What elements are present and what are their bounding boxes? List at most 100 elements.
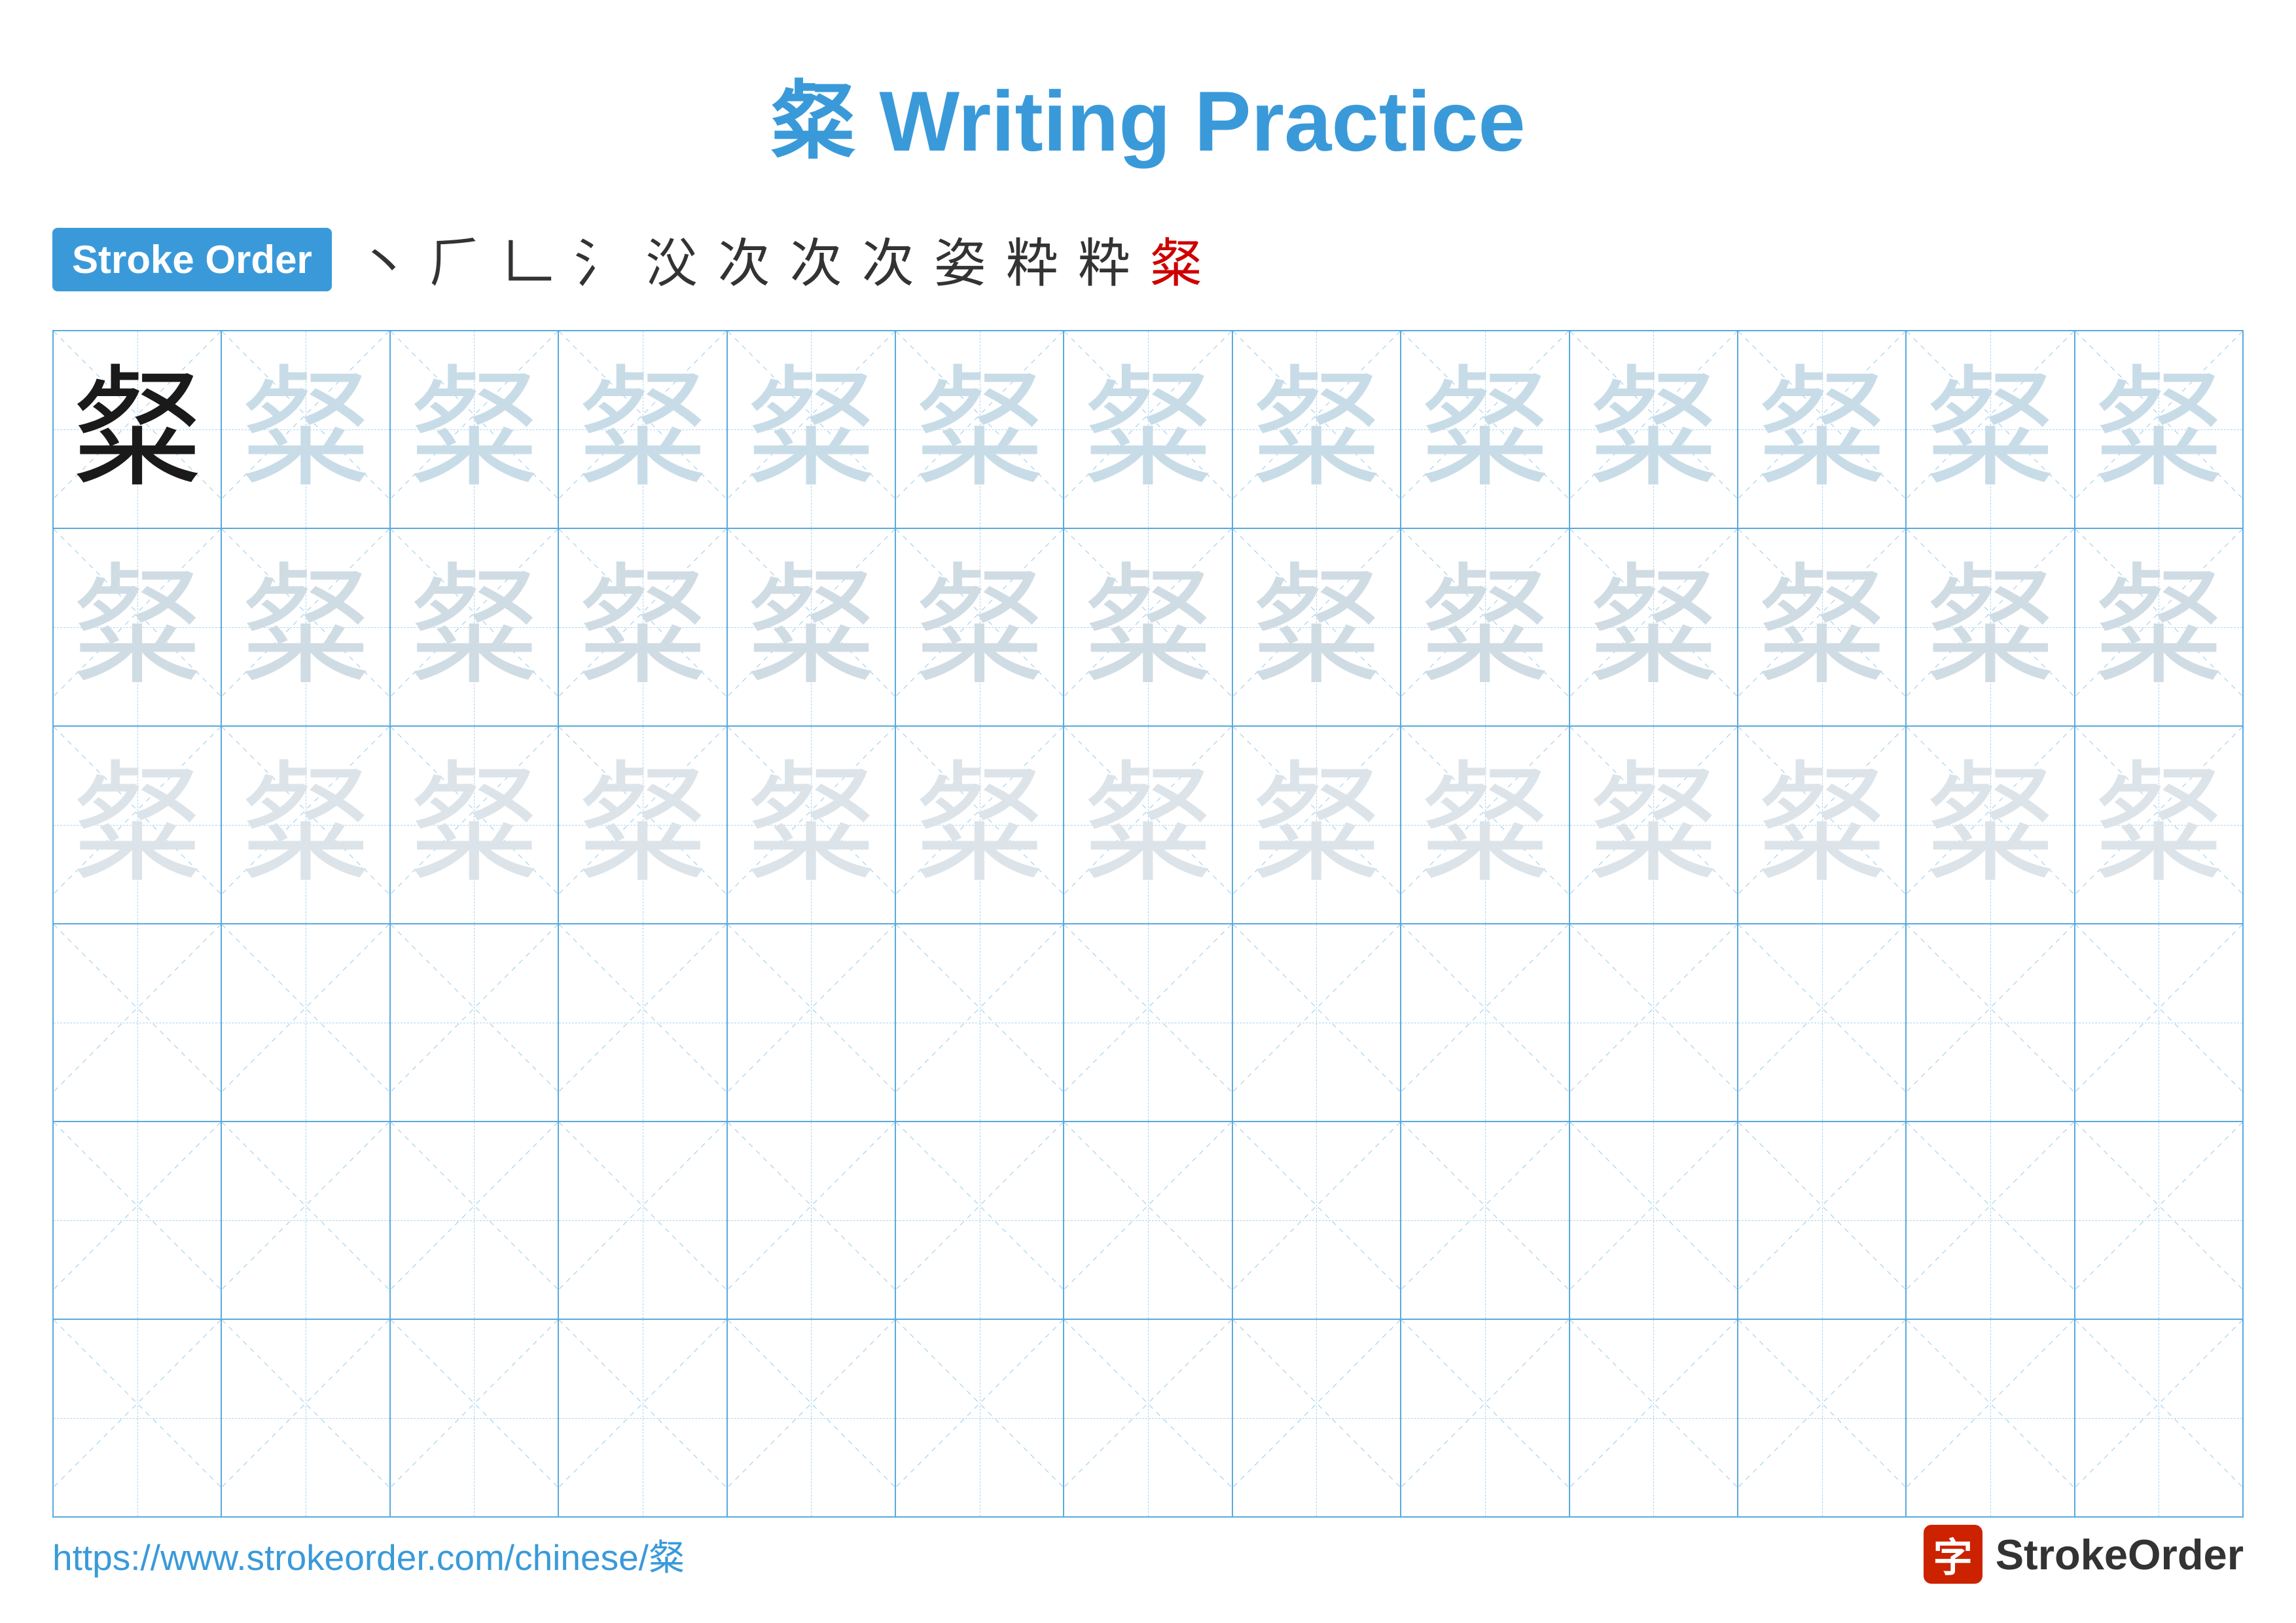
cell-3-9[interactable]: 粲 xyxy=(1401,727,1570,923)
cell-4-4[interactable] xyxy=(559,924,727,1121)
char-light3-9: 粲 xyxy=(1420,759,1551,890)
cell-4-11[interactable] xyxy=(1738,924,1907,1121)
cell-5-5[interactable] xyxy=(728,1122,896,1319)
cell-1-1[interactable]: 粲 xyxy=(54,331,222,528)
cell-5-2[interactable] xyxy=(222,1122,390,1319)
grid-row-4 xyxy=(54,924,2242,1122)
cell-3-7[interactable]: 粲 xyxy=(1064,727,1232,923)
cell-2-1[interactable]: 粲 xyxy=(54,529,222,725)
cell-2-8[interactable]: 粲 xyxy=(1233,529,1401,725)
char-guide-7: 粲 xyxy=(1251,364,1382,495)
cell-1-11[interactable]: 粲 xyxy=(1738,331,1907,528)
cell-2-11[interactable]: 粲 xyxy=(1738,529,1907,725)
cell-1-4[interactable]: 粲 xyxy=(559,331,727,528)
cell-5-11[interactable] xyxy=(1738,1122,1907,1319)
cell-2-10[interactable]: 粲 xyxy=(1570,529,1738,725)
cell-1-10[interactable]: 粲 xyxy=(1570,331,1738,528)
cell-1-8[interactable]: 粲 xyxy=(1233,331,1401,528)
cell-6-7[interactable] xyxy=(1064,1320,1232,1516)
cell-2-12[interactable]: 粲 xyxy=(1907,529,2075,725)
footer-url[interactable]: https://www.strokeorder.com/chinese/粲 xyxy=(52,1528,685,1580)
cell-2-5[interactable]: 粲 xyxy=(728,529,896,725)
cell-5-6[interactable] xyxy=(896,1122,1064,1319)
cell-3-1[interactable]: 粲 xyxy=(54,727,222,923)
cell-4-9[interactable] xyxy=(1401,924,1570,1121)
cell-5-1[interactable] xyxy=(54,1122,222,1319)
cell-5-7[interactable] xyxy=(1064,1122,1232,1319)
cell-6-6[interactable] xyxy=(896,1320,1064,1516)
stroke-order-section: Stroke Order 丶 𠂆 𠃊 氵 㳇 次 次 次 姿 粋 粋 粲 xyxy=(0,202,2296,317)
char-guide-9: 粲 xyxy=(1588,364,1719,495)
stroke-4: 氵 xyxy=(574,221,626,297)
cell-6-5[interactable] xyxy=(728,1320,896,1516)
cell-5-9[interactable] xyxy=(1401,1122,1570,1319)
grid-row-1: 粲 粲 粲 粲 xyxy=(54,331,2242,529)
cell-5-8[interactable] xyxy=(1233,1122,1401,1319)
cell-4-6[interactable] xyxy=(896,924,1064,1121)
cell-6-2[interactable] xyxy=(222,1320,390,1516)
cell-1-5[interactable]: 粲 xyxy=(728,331,896,528)
char-dark: 粲 xyxy=(72,364,203,495)
cell-4-7[interactable] xyxy=(1064,924,1232,1121)
cell-6-8[interactable] xyxy=(1233,1320,1401,1516)
cell-1-7[interactable]: 粲 xyxy=(1064,331,1232,528)
cell-4-12[interactable] xyxy=(1907,924,2075,1121)
cell-3-4[interactable]: 粲 xyxy=(559,727,727,923)
cell-5-4[interactable] xyxy=(559,1122,727,1319)
cell-6-3[interactable] xyxy=(391,1320,559,1516)
cell-1-2[interactable]: 粲 xyxy=(222,331,390,528)
stroke-3: 𠃊 xyxy=(502,221,554,297)
char-light2-13: 粲 xyxy=(2093,562,2224,693)
cell-6-9[interactable] xyxy=(1401,1320,1570,1516)
cell-1-6[interactable]: 粲 xyxy=(896,331,1064,528)
cell-2-2[interactable]: 粲 xyxy=(222,529,390,725)
cell-3-12[interactable]: 粲 xyxy=(1907,727,2075,923)
cell-3-2[interactable]: 粲 xyxy=(222,727,390,923)
stroke-1: 丶 xyxy=(358,221,410,297)
cell-2-3[interactable]: 粲 xyxy=(391,529,559,725)
cell-2-4[interactable]: 粲 xyxy=(559,529,727,725)
char-light3-10: 粲 xyxy=(1588,759,1719,890)
cell-4-3[interactable] xyxy=(391,924,559,1121)
cell-3-6[interactable]: 粲 xyxy=(896,727,1064,923)
cell-4-8[interactable] xyxy=(1233,924,1401,1121)
cell-1-12[interactable]: 粲 xyxy=(1907,331,2075,528)
char-light2-8: 粲 xyxy=(1251,562,1382,693)
cell-6-12[interactable] xyxy=(1907,1320,2075,1516)
cell-5-12[interactable] xyxy=(1907,1122,2075,1319)
cell-6-13[interactable] xyxy=(2075,1320,2242,1516)
cell-2-13[interactable]: 粲 xyxy=(2075,529,2242,725)
char-light3-4: 粲 xyxy=(577,759,708,890)
cell-4-2[interactable] xyxy=(222,924,390,1121)
cell-3-3[interactable]: 粲 xyxy=(391,727,559,923)
cell-6-11[interactable] xyxy=(1738,1320,1907,1516)
cell-2-6[interactable]: 粲 xyxy=(896,529,1064,725)
cell-1-3[interactable]: 粲 xyxy=(391,331,559,528)
cell-4-13[interactable] xyxy=(2075,924,2242,1121)
cell-4-5[interactable] xyxy=(728,924,896,1121)
cell-2-9[interactable]: 粲 xyxy=(1401,529,1570,725)
cell-3-11[interactable]: 粲 xyxy=(1738,727,1907,923)
cell-6-1[interactable] xyxy=(54,1320,222,1516)
char-light3-12: 粲 xyxy=(1925,759,2056,890)
cell-5-3[interactable] xyxy=(391,1122,559,1319)
char-light2-1: 粲 xyxy=(72,562,203,693)
cell-6-4[interactable] xyxy=(559,1320,727,1516)
cell-5-13[interactable] xyxy=(2075,1122,2242,1319)
cell-5-10[interactable] xyxy=(1570,1122,1738,1319)
cell-4-10[interactable] xyxy=(1570,924,1738,1121)
cell-3-13[interactable]: 粲 xyxy=(2075,727,2242,923)
cell-1-9[interactable]: 粲 xyxy=(1401,331,1570,528)
cell-6-10[interactable] xyxy=(1570,1320,1738,1516)
title-section: 粲 Writing Practice xyxy=(0,0,2296,202)
char-guide-10: 粲 xyxy=(1757,364,1888,495)
cell-3-10[interactable]: 粲 xyxy=(1570,727,1738,923)
char-guide-4: 粲 xyxy=(745,364,876,495)
cell-1-13[interactable]: 粲 xyxy=(2075,331,2242,528)
char-guide-5: 粲 xyxy=(914,364,1045,495)
cell-3-5[interactable]: 粲 xyxy=(728,727,896,923)
cell-3-8[interactable]: 粲 xyxy=(1233,727,1401,923)
stroke-order-badge: Stroke Order xyxy=(52,228,332,291)
cell-2-7[interactable]: 粲 xyxy=(1064,529,1232,725)
cell-4-1[interactable] xyxy=(54,924,222,1121)
